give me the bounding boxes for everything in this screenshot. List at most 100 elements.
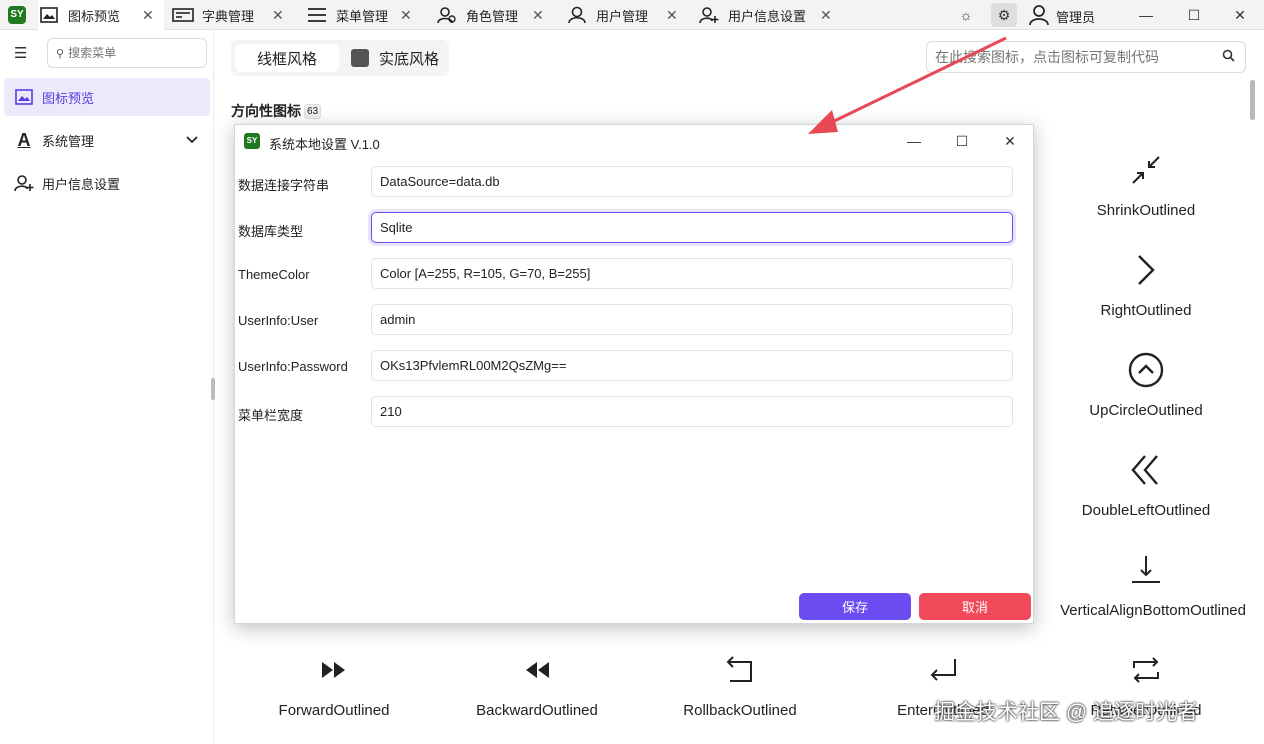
icon-label: ForwardOutlined	[278, 702, 390, 719]
filled-square-icon	[351, 49, 369, 67]
icon-card[interactable]: UpCircleOutlined	[1046, 350, 1246, 419]
cancel-button[interactable]: 取消	[919, 593, 1031, 620]
user-icon	[566, 6, 588, 24]
icon-card[interactable]: ShrinkOutlined	[1046, 150, 1246, 219]
icon-card[interactable]: BackwardOutlined	[437, 650, 637, 719]
close-icon[interactable]: ✕	[666, 7, 678, 24]
icon-label: ShrinkOutlined	[1096, 202, 1196, 219]
theme-color-input[interactable]	[371, 258, 1013, 289]
sidebar-item-user-settings[interactable]: 用户信息设置	[4, 164, 210, 202]
rollback-icon	[640, 650, 840, 690]
menu-width-input[interactable]	[371, 396, 1013, 427]
settings-dialog: SY 系统本地设置 V.1.0 — ☐ ✕ 数据连接字符串 数据库类型 Them…	[234, 124, 1034, 624]
icon-label: BackwardOutlined	[476, 702, 598, 719]
search-icon[interactable]	[1222, 49, 1235, 65]
icon-card[interactable]: VerticalAlignBottomOutlined	[1030, 550, 1262, 619]
tab-outline-style[interactable]: 线框风格	[235, 44, 339, 72]
retweet-icon	[1046, 650, 1246, 690]
minimize-icon: —	[1139, 7, 1153, 23]
current-user-label[interactable]: 管理员	[1056, 7, 1095, 26]
dictionary-icon	[172, 6, 194, 24]
sun-icon: ☼	[959, 7, 973, 23]
user-avatar-icon[interactable]	[1028, 4, 1050, 29]
close-icon: ✕	[1234, 6, 1246, 23]
close-icon[interactable]: ✕	[532, 7, 544, 24]
tab-dictionary[interactable]: 字典管理 ✕	[172, 0, 298, 30]
tab-label: 字典管理	[202, 8, 255, 24]
tab-user-settings[interactable]: 用户信息设置 ✕	[698, 0, 844, 30]
app-logo: SY	[244, 133, 260, 149]
save-button[interactable]: 保存	[799, 593, 911, 620]
icon-card[interactable]: RollbackOutlined	[640, 650, 840, 719]
sidebar-item-label: 图标预览	[42, 90, 95, 106]
chevron-right-icon	[1046, 250, 1246, 290]
user-settings-icon	[698, 6, 720, 24]
tab-user[interactable]: 用户管理 ✕	[566, 0, 686, 30]
sidebar-search-input[interactable]	[68, 46, 189, 60]
user-input[interactable]	[371, 304, 1013, 335]
close-icon[interactable]: ✕	[400, 7, 412, 24]
backward-icon	[437, 650, 637, 690]
icon-label: RollbackOutlined	[683, 702, 797, 719]
theme-toggle-button[interactable]: ☼	[953, 3, 979, 27]
app-logo: SY	[8, 6, 26, 24]
annotation-arrow	[808, 36, 1007, 134]
maximize-button[interactable]: ☐	[1180, 4, 1208, 26]
field-label: 数据库类型	[238, 224, 304, 239]
field-label: 数据连接字符串	[238, 178, 330, 193]
sidebar-item-system[interactable]: A 系统管理	[4, 121, 210, 159]
icon-card[interactable]: DoubleLeftOutlined	[1046, 450, 1246, 519]
tab-label: 实底风格	[379, 50, 440, 68]
style-segmented-control: 线框风格 实底风格	[231, 40, 449, 76]
section-title-text: 方向性图标	[231, 103, 301, 119]
icon-label: RightOutlined	[1100, 302, 1192, 319]
connection-string-input[interactable]	[371, 166, 1013, 197]
tab-filled-style[interactable]: 实底风格	[351, 44, 439, 72]
sidebar-item-icon-preview[interactable]: 图标预览	[4, 78, 210, 116]
close-window-button[interactable]: ✕	[1226, 4, 1254, 26]
sidebar-item-label: 系统管理	[42, 133, 95, 149]
tab-role[interactable]: 角色管理 ✕	[436, 0, 554, 30]
up-circle-icon	[1046, 350, 1246, 390]
field-label: ThemeColor	[238, 267, 310, 282]
double-left-icon	[1046, 450, 1246, 490]
maximize-icon: ☐	[1187, 6, 1201, 23]
tab-menu[interactable]: 菜单管理 ✕	[306, 0, 424, 30]
field-label: UserInfo:User	[238, 313, 319, 328]
close-icon[interactable]: ✕	[272, 7, 284, 24]
field-label: UserInfo:Password	[238, 359, 348, 374]
vertical-align-bottom-icon	[1030, 550, 1262, 590]
tab-label: 菜单管理	[336, 8, 389, 24]
sidebar-resize-handle[interactable]	[211, 378, 215, 400]
password-input[interactable]	[371, 350, 1013, 381]
icon-card[interactable]: RightOutlined	[1046, 250, 1246, 319]
title-bar: SY 图标预览 ✕ 字典管理 ✕ 菜单管理 ✕ 角色管理 ✕ 用户管理 ✕ 用户…	[0, 0, 1264, 30]
tab-icon-preview[interactable]: 图标预览 ✕	[38, 0, 164, 30]
enter-icon	[843, 650, 1043, 690]
font-icon: A	[17, 129, 31, 150]
close-icon[interactable]: ✕	[142, 7, 154, 24]
forward-icon	[234, 650, 434, 690]
chevron-down-icon	[186, 133, 198, 147]
gear-icon: ⚙	[997, 6, 1011, 23]
close-icon[interactable]: ✕	[820, 7, 832, 24]
section-title: 方向性图标 63	[231, 101, 322, 121]
tab-label: 用户管理	[596, 8, 649, 24]
icon-card[interactable]: ForwardOutlined	[234, 650, 434, 719]
user-settings-icon	[14, 174, 34, 192]
count-badge: 63	[304, 103, 322, 119]
field-label: 菜单栏宽度	[238, 408, 304, 423]
image-icon	[38, 6, 60, 24]
watermark: 掘金技术社区 @ 追逐时光者	[934, 701, 1198, 724]
image-icon	[14, 88, 34, 106]
icon-label: DoubleLeftOutlined	[1081, 502, 1211, 519]
database-type-input[interactable]	[371, 212, 1013, 243]
sidebar-item-label: 用户信息设置	[42, 176, 121, 192]
icon-label: VerticalAlignBottomOutlined	[1060, 602, 1246, 619]
scrollbar-thumb[interactable]	[1250, 80, 1255, 120]
sidebar: ☰ ⚲ 图标预览 A 系统管理 用户信息设置	[0, 30, 214, 744]
sidebar-search[interactable]: ⚲	[47, 38, 207, 68]
settings-button[interactable]: ⚙	[991, 3, 1017, 27]
minimize-button[interactable]: —	[1132, 4, 1160, 26]
hamburger-icon[interactable]: ☰	[14, 44, 27, 62]
